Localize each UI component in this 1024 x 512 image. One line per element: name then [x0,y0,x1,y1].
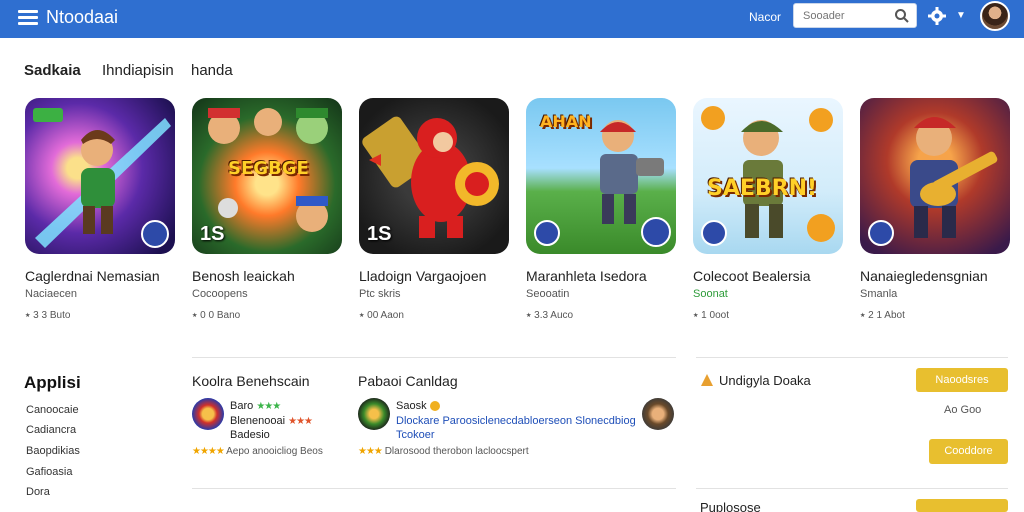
app-desc-row: Blenenooai ★★★ [230,415,313,427]
game-title[interactable]: Maranhleta Isedora [526,268,678,284]
game-card[interactable]: 1S Lladoign Vargaojoen Ptc skris ⭑ 00 Aa… [359,98,511,321]
game-badge: 1S [200,223,225,245]
search-icon[interactable] [894,8,910,24]
panel-title: Undigyla Doaka [719,373,811,388]
game-card[interactable]: Caglerdnai Nemasian Naciaecen ⭑ 3 3 Buto [25,98,177,321]
game-thumbnail[interactable]: SAEBRN! [693,98,843,254]
medal-icon [701,374,713,386]
list-heading: Koolra Benehscain [192,373,310,389]
divider [696,357,1008,358]
menu-icon[interactable] [18,8,38,26]
game-title[interactable]: Benosh leaickah [192,268,344,284]
game-logo: AHAN [540,112,592,131]
game-thumbnail[interactable] [860,98,1010,254]
tab-handa[interactable]: handa [191,62,233,79]
divider [192,357,676,358]
blue-badge-icon [701,220,727,246]
sidebar-item[interactable]: Canoocaie [26,404,79,416]
app-rating-row: ★★★ Dlarosood therobon lacloocspert [358,446,529,457]
game-meta: ⭑ 0 0 Bano [192,310,241,321]
purple-badge-icon [141,220,169,248]
secondary-button[interactable]: Cooddore [929,439,1008,464]
game-logo: SEGBGE [228,158,309,179]
game-badge: 1S [367,223,392,245]
game-thumbnail[interactable] [25,98,175,254]
divider [696,488,1008,489]
game-subtitle: Smanla [860,288,898,300]
game-thumbnail[interactable]: 1S [359,98,509,254]
rating-text: Dlarosood therobon lacloocspert [384,446,529,457]
search-box[interactable] [793,3,917,28]
tab-ihndiapisin[interactable]: Ihndiapisin [102,62,174,79]
blue-badge-icon [868,220,894,246]
game-subtitle: Soonat [693,288,728,300]
app-title: Ntoodaai [46,7,119,27]
game-subtitle: Seooatin [526,288,570,300]
app-row[interactable]: Baro ★★★ [230,400,281,412]
sidebar-item[interactable]: Dora [26,486,50,498]
game-thumbnail[interactable]: AHAN [526,98,676,254]
app-row[interactable]: Saosk [396,400,440,412]
gear-icon[interactable] [927,6,947,26]
blue-badge-icon [534,220,560,246]
sidebar-item[interactable]: Baopdikias [26,445,80,457]
green-stars: ★★★ [256,401,281,412]
app-icon[interactable] [358,398,390,430]
game-card[interactable]: Nanaiegledensgnian Smanla ⭑ 2 1 Abot [860,98,1012,321]
search-input[interactable] [803,5,895,27]
rating-stars: ★★★ [358,446,383,457]
tab-sadkaia[interactable]: Sadkaia [24,62,81,79]
game-subtitle: Cocoopens [192,288,248,300]
game-title[interactable]: Lladoign Vargaojoen [359,268,511,284]
game-title[interactable]: Nanaiegledensgnian [860,268,1012,284]
game-meta: ⭑ 3.3 Auco [526,310,574,321]
primary-button[interactable]: Naoodsres [916,368,1008,392]
rating-text: Aepo anooicliog Beos [226,446,323,457]
red-stars: ★★★ [288,416,313,427]
game-card[interactable]: SAEBRN! Colecoot Bealersia Soonat ⭑ 1 0o… [693,98,845,321]
game-thumbnail[interactable]: SEGBGE 1S [192,98,342,254]
game-meta: ⭑ 3 3 Buto [25,310,71,321]
verified-icon [429,401,440,412]
app-icon[interactable] [192,398,224,430]
app-desc: Blenenooai [230,415,286,427]
game-card[interactable]: AHAN Maranhleta Isedora Seooatin ⭑ 3.3 A… [526,98,678,321]
app-desc[interactable]: Dlockare Paroosiclenecdabloerseon Slonec… [396,415,636,427]
panel-footer-label: Puplosose [700,500,761,512]
panel-meta: Ao Goo [944,404,982,416]
sidebar-item[interactable]: Cadiancra [26,424,76,436]
game-logo: SAEBRN! [707,176,818,201]
game-meta: ⭑ 1 0oot [693,310,729,321]
game-meta: ⭑ 2 1 Abot [860,310,905,321]
app-name: Baro [230,400,254,412]
app-extra: Tcokoer [396,429,435,441]
game-subtitle: Naciaecen [25,288,77,300]
app-rating-row: ★★★★ Aepo anooicliog Beos [192,446,323,457]
chevron-down-icon[interactable]: ▼ [956,10,966,21]
game-title[interactable]: Colecoot Bealersia [693,268,845,284]
top-bar: Ntoodaai Nacor ▼ [0,0,1024,38]
footer-button[interactable] [916,499,1008,512]
rating-stars: ★★★★ [192,446,225,457]
section-title: Applisi [24,373,81,392]
divider [192,488,676,489]
app-icon[interactable] [642,398,674,430]
game-title[interactable]: Caglerdnai Nemasian [25,268,177,284]
avatar[interactable] [980,1,1010,31]
app-name: Saosk [396,400,427,412]
game-subtitle: Ptc skris [359,288,401,300]
list-heading: Pabaoi Canldag [358,373,458,389]
app-extra: Badesio [230,429,270,441]
nav-link[interactable]: Nacor [749,10,781,24]
game-card[interactable]: SEGBGE 1S Benosh leaickah Cocoopens ⭑ 0 … [192,98,344,321]
game-meta: ⭑ 00 Aaon [359,310,404,321]
sidebar-item[interactable]: Gafioasia [26,466,72,478]
